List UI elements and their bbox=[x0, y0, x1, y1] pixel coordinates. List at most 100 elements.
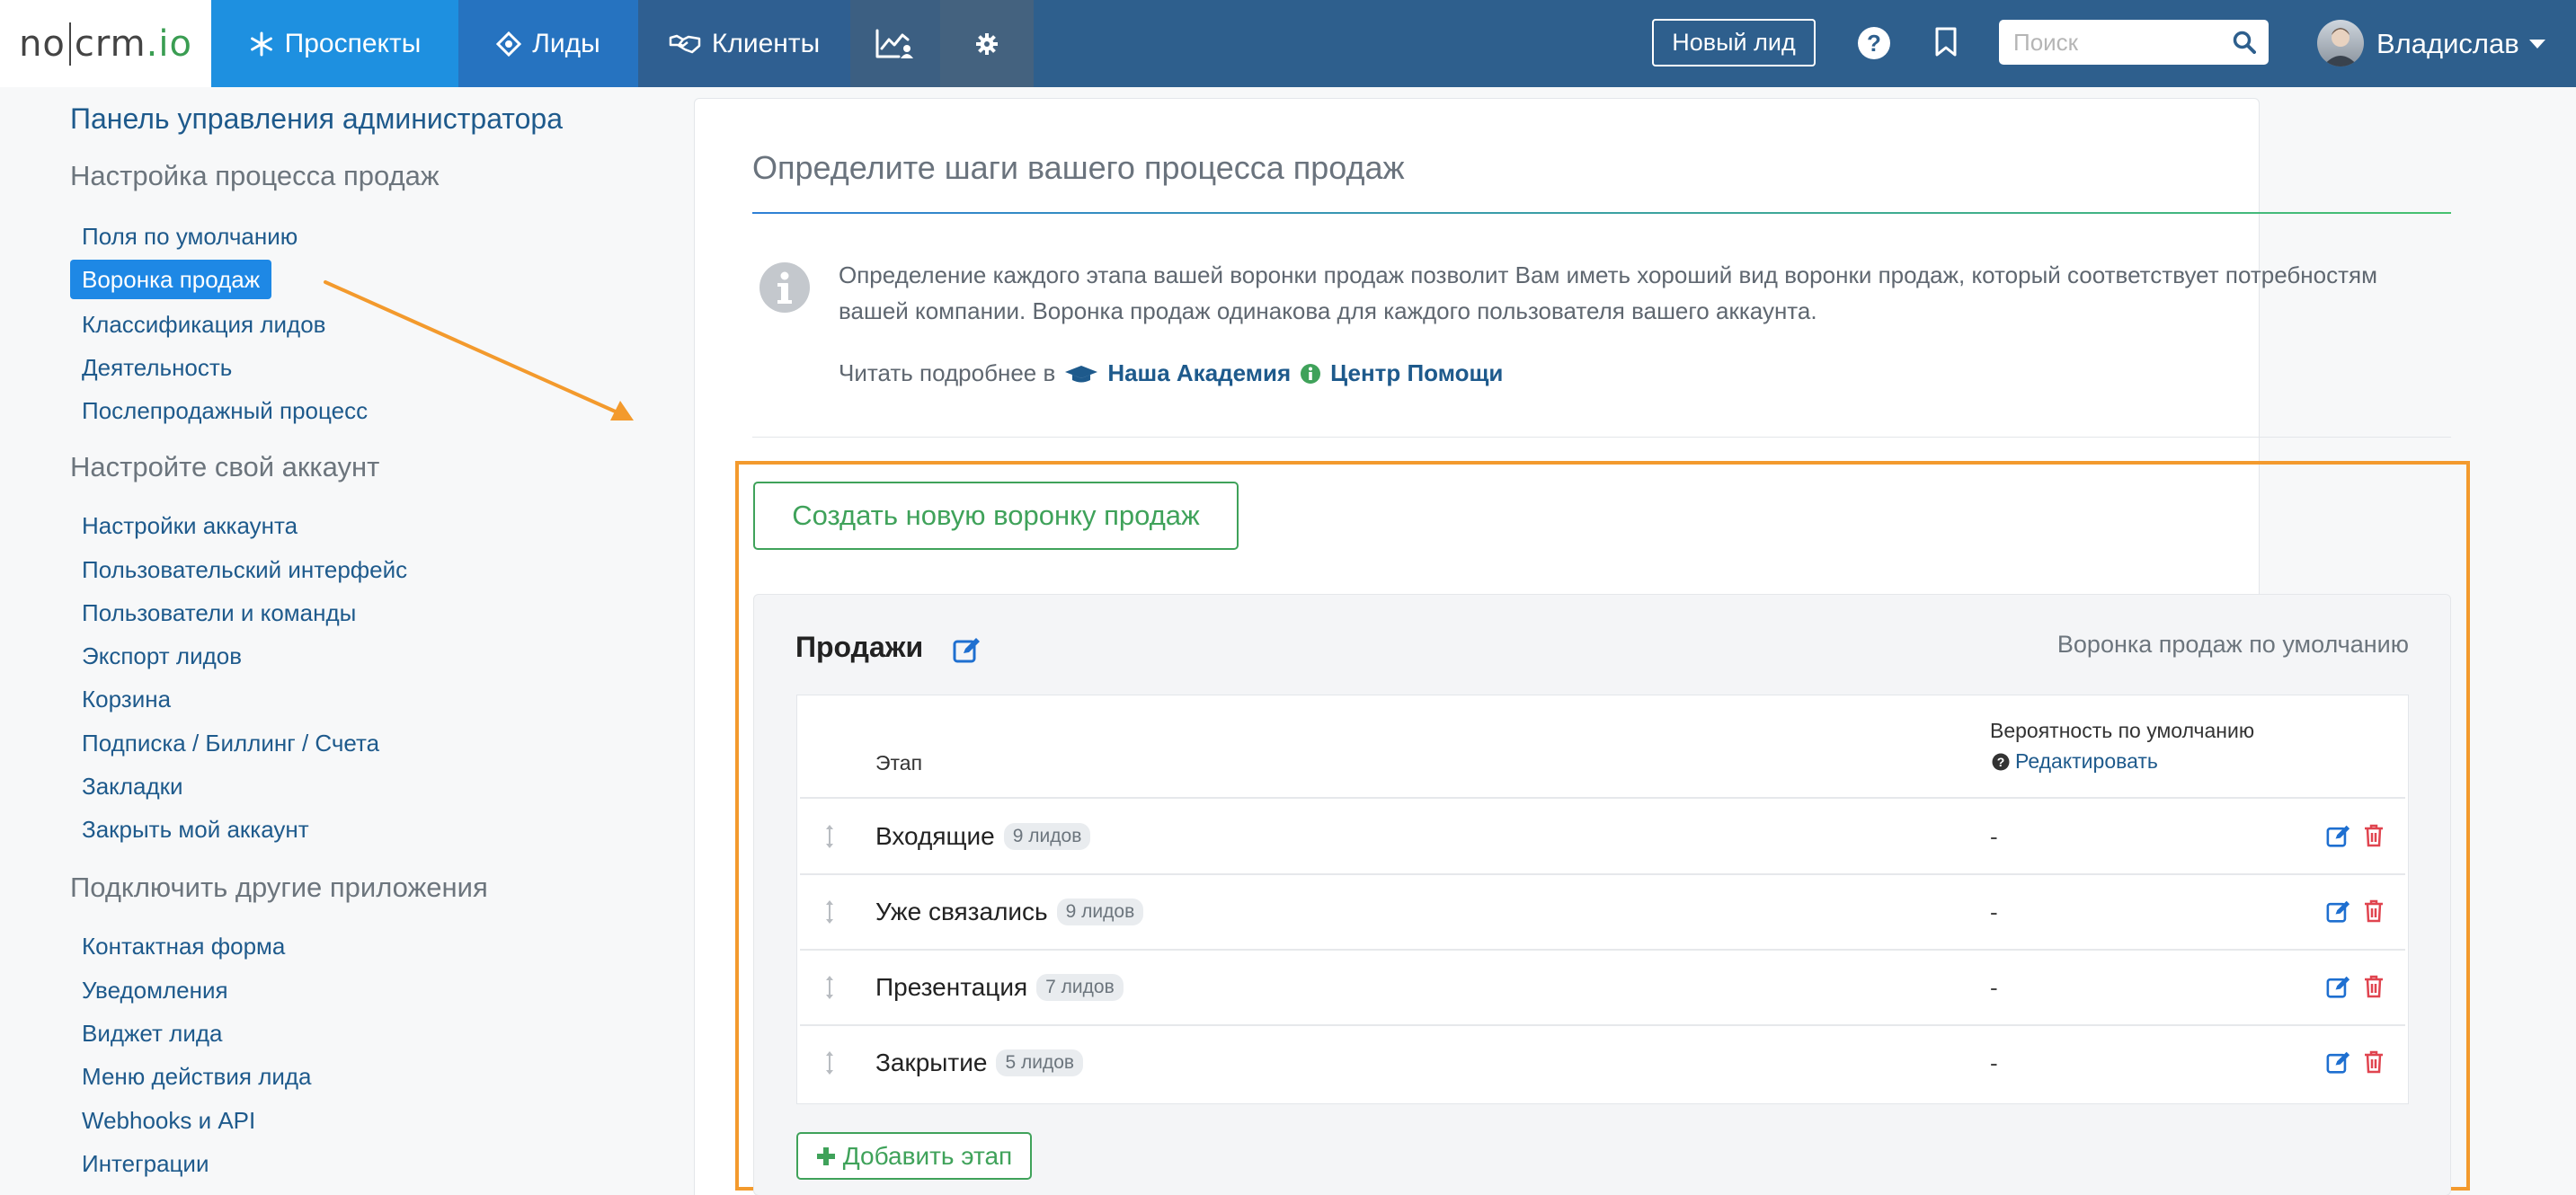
snowflake-icon bbox=[250, 31, 272, 56]
nav-tab-statistics[interactable] bbox=[850, 0, 940, 87]
drag-handle-icon[interactable] bbox=[825, 824, 834, 849]
new-lead-button[interactable]: Новый лид bbox=[1652, 19, 1816, 66]
bookmark-icon[interactable] bbox=[1934, 27, 1958, 58]
drag-handle-icon[interactable] bbox=[825, 899, 834, 925]
sidebar-item-integrations[interactable]: Интеграции bbox=[82, 1150, 209, 1178]
graduation-cap-icon bbox=[1065, 365, 1098, 382]
drag-handle-icon[interactable] bbox=[825, 975, 834, 1000]
delete-stage-icon[interactable] bbox=[2364, 824, 2384, 847]
stage-row: Закрытие 5 лидов - bbox=[800, 1025, 2405, 1101]
sidebar-item-sales-pipeline[interactable]: Воронка продаж bbox=[70, 260, 272, 299]
nav-tab-prospects[interactable]: Проспекты bbox=[211, 0, 458, 87]
search-icon[interactable] bbox=[2233, 31, 2256, 54]
edit-pipeline-icon[interactable] bbox=[953, 636, 982, 663]
sidebar-item-lead-widget[interactable]: Виджет лида bbox=[82, 1020, 222, 1048]
title-underline bbox=[752, 212, 2451, 214]
sidebar-item-export-leads[interactable]: Экспорт лидов bbox=[82, 642, 242, 670]
sidebar-section-sales-process: Настройка процесса продаж bbox=[70, 160, 440, 191]
logo-text-crm: crm bbox=[74, 22, 147, 65]
user-avatar[interactable] bbox=[2317, 20, 2364, 66]
info-icon bbox=[759, 262, 810, 313]
caret-down-icon bbox=[2528, 39, 2545, 49]
edit-stage-icon[interactable] bbox=[2326, 975, 2351, 998]
sidebar-item-user-interface[interactable]: Пользовательский интерфейс bbox=[82, 556, 407, 584]
edit-stage-icon[interactable] bbox=[2326, 824, 2351, 847]
page-title: Определите шаги вашего процесса продаж bbox=[752, 149, 1405, 186]
stage-row: Входящие 9 лидов - bbox=[800, 799, 2405, 874]
delete-stage-icon[interactable] bbox=[2364, 1050, 2384, 1074]
read-more-prefix: Читать подробнее в bbox=[839, 359, 1056, 386]
lead-count-badge: 9 лидов bbox=[1056, 898, 1144, 925]
chart-user-icon bbox=[875, 29, 913, 58]
logo-text-io: .io bbox=[146, 22, 192, 65]
edit-stage-icon[interactable] bbox=[2326, 1050, 2351, 1074]
lead-count-badge: 5 лидов bbox=[996, 1049, 1084, 1076]
delete-stage-icon[interactable] bbox=[2364, 899, 2384, 923]
sidebar-section-account: Настройте свой аккаунт bbox=[70, 451, 380, 482]
sidebar-item-close-account[interactable]: Закрыть мой аккаунт bbox=[82, 816, 309, 844]
nav-tab-leads[interactable]: Лиды bbox=[458, 0, 638, 87]
help-center-link[interactable]: Центр Помощи bbox=[1330, 359, 1503, 387]
sidebar-item-default-fields[interactable]: Поля по умолчанию bbox=[82, 223, 298, 251]
sidebar-item-users-teams[interactable]: Пользователи и команды bbox=[82, 599, 356, 627]
column-header-probability: Вероятность по умолчанию bbox=[1990, 719, 2255, 742]
help-icon[interactable]: ? bbox=[1857, 26, 1891, 60]
stage-name: Презентация bbox=[875, 973, 1028, 1001]
sidebar-item-webhooks-api[interactable]: Webhooks и API bbox=[82, 1107, 255, 1135]
nav-tab-clients-label: Клиенты bbox=[711, 28, 821, 58]
sidebar-section-integrations: Подключить другие приложения bbox=[70, 872, 488, 903]
svg-text:?: ? bbox=[1997, 755, 2005, 769]
add-stage-label: Добавить этап bbox=[842, 1141, 1013, 1170]
edit-stage-icon[interactable] bbox=[2326, 899, 2351, 923]
add-stage-button[interactable]: Добавить этап bbox=[796, 1132, 1032, 1180]
user-name: Владислав bbox=[2376, 27, 2519, 59]
search-input[interactable] bbox=[2013, 27, 2220, 58]
stage-probability: - bbox=[1990, 973, 1998, 1001]
sidebar-item-activity[interactable]: Деятельность bbox=[82, 354, 232, 382]
delete-stage-icon[interactable] bbox=[2364, 975, 2384, 998]
info-description: Определение каждого этапа вашей воронки … bbox=[839, 261, 2377, 324]
sidebar-item-notifications[interactable]: Уведомления bbox=[82, 977, 228, 1005]
stage-row: Уже связались 9 лидов - bbox=[800, 874, 2405, 950]
nav-tab-clients[interactable]: Клиенты bbox=[638, 0, 850, 87]
top-navigation-bar: no crm .io Проспекты Лиды Клиенты Новый ли… bbox=[0, 0, 2576, 87]
section-divider bbox=[752, 437, 2451, 438]
create-pipeline-button[interactable]: Создать новую воронку продаж bbox=[753, 482, 1239, 550]
edit-probability-link[interactable]: ? Редактировать bbox=[1992, 749, 2158, 774]
question-circle-icon: ? bbox=[1992, 753, 2010, 770]
svg-text:?: ? bbox=[1867, 30, 1881, 57]
gear-icon bbox=[976, 32, 998, 55]
annotation-arrow bbox=[324, 280, 634, 420]
sidebar-item-lead-action-menu[interactable]: Меню действия лида bbox=[82, 1063, 312, 1091]
nav-tab-leads-label: Лиды bbox=[532, 28, 600, 58]
handshake-icon bbox=[669, 34, 701, 53]
stage-name: Уже связались bbox=[875, 898, 1048, 925]
lead-count-badge: 9 лидов bbox=[1003, 823, 1091, 850]
plus-icon bbox=[816, 1146, 835, 1165]
sidebar-title[interactable]: Панель управления администратора bbox=[70, 102, 563, 136]
column-header-stage: Этап bbox=[875, 751, 923, 775]
stage-row: Презентация 7 лидов - bbox=[800, 950, 2405, 1025]
search-box bbox=[1999, 20, 2269, 65]
default-pipeline-label: Воронка продаж по умолчанию bbox=[2056, 631, 2409, 658]
avatar-person-icon bbox=[2323, 28, 2358, 66]
drag-handle-icon[interactable] bbox=[825, 1050, 834, 1076]
logo-text-no: no bbox=[19, 22, 66, 65]
sidebar-item-contact-form[interactable]: Контактная форма bbox=[82, 933, 285, 960]
crosshair-icon bbox=[496, 31, 522, 57]
sidebar-item-bookmarks[interactable]: Закладки bbox=[82, 773, 183, 801]
nav-tab-settings[interactable] bbox=[940, 0, 1034, 87]
sidebar-item-lead-classification[interactable]: Классификация лидов bbox=[82, 311, 325, 339]
lead-count-badge: 7 лидов bbox=[1036, 974, 1124, 1001]
stage-probability: - bbox=[1990, 1049, 1998, 1076]
stage-name: Входящие bbox=[875, 822, 995, 850]
user-menu[interactable]: Владислав bbox=[2376, 0, 2546, 87]
sidebar-item-trash[interactable]: Корзина bbox=[82, 686, 171, 713]
stage-probability: - bbox=[1990, 898, 1998, 925]
stage-name: Закрытие bbox=[875, 1049, 988, 1076]
sidebar-item-billing[interactable]: Подписка / Биллинг / Счета bbox=[82, 730, 379, 757]
sidebar-item-account-settings[interactable]: Настройки аккаунта bbox=[82, 512, 298, 540]
nocrm-logo[interactable]: no crm .io bbox=[0, 0, 211, 87]
academy-link[interactable]: Наша Академия bbox=[1107, 359, 1291, 387]
pipeline-name: Продажи bbox=[795, 631, 924, 663]
